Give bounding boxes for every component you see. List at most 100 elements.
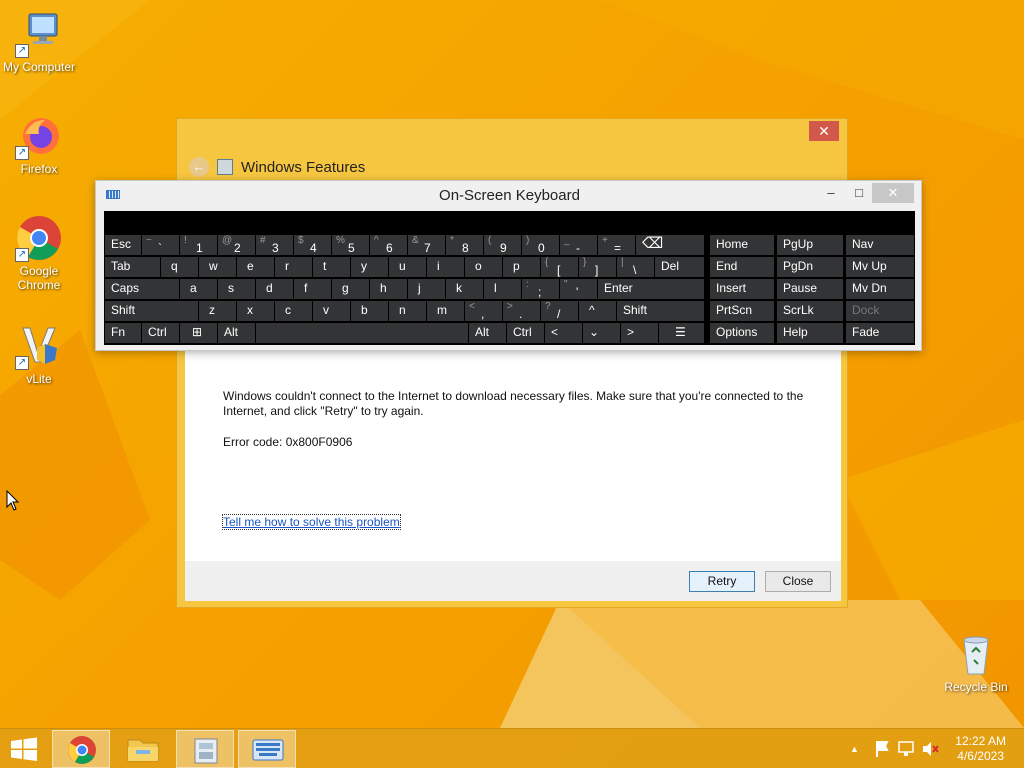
key-tab[interactable]: Tab — [105, 257, 160, 277]
key-left-bracket[interactable]: {[ — [541, 257, 578, 277]
key-space[interactable] — [256, 323, 468, 343]
key-1[interactable]: ! 1 — [180, 235, 217, 255]
key-comma[interactable]: <, — [465, 301, 502, 321]
key-j[interactable]: j — [408, 279, 445, 299]
key-s[interactable]: s — [218, 279, 255, 299]
key-n[interactable]: n — [389, 301, 426, 321]
backspace-icon[interactable]: ⌫ — [636, 235, 704, 255]
desktop-icon-my-computer[interactable]: ↗ My Computer — [0, 10, 78, 74]
key-a[interactable]: a — [180, 279, 217, 299]
key-9[interactable]: (9 — [484, 235, 521, 255]
key-backslash[interactable]: | \ — [617, 257, 654, 277]
key-move-up[interactable]: Mv Up — [846, 257, 914, 277]
taskbar-chrome-icon[interactable] — [52, 730, 110, 768]
key-pgdn[interactable]: PgDn — [777, 257, 843, 277]
key-4[interactable]: $4 — [294, 235, 331, 255]
key-pgup[interactable]: PgUp — [777, 235, 843, 255]
key-u[interactable]: u — [389, 257, 426, 277]
key-semicolon[interactable]: :; — [522, 279, 559, 299]
desktop-icon-firefox[interactable]: ↗ Firefox — [0, 112, 78, 176]
key-m[interactable]: m — [427, 301, 464, 321]
key-end[interactable]: End — [710, 257, 774, 277]
key-insert[interactable]: Insert — [710, 279, 774, 299]
taskbar-windows-features-icon[interactable] — [176, 730, 234, 768]
key-l[interactable]: l — [484, 279, 521, 299]
minimize-icon[interactable]: – — [820, 183, 842, 203]
key-alt-right[interactable]: Alt — [469, 323, 506, 343]
taskbar-clock[interactable]: 12:22 AM 4/6/2023 — [955, 734, 1006, 764]
key-period[interactable]: >. — [503, 301, 540, 321]
key-dock[interactable]: Dock — [846, 301, 914, 321]
network-icon[interactable] — [896, 729, 918, 768]
key-home[interactable]: Home — [710, 235, 774, 255]
key-z[interactable]: z — [199, 301, 236, 321]
key-0[interactable]: ) 0 — [522, 235, 559, 255]
key-8[interactable]: * 8 — [446, 235, 483, 255]
key-equals[interactable]: + = — [598, 235, 635, 255]
key-b[interactable]: b — [351, 301, 388, 321]
help-link[interactable]: Tell me how to solve this problem — [222, 514, 401, 530]
close-icon[interactable]: ✕ — [809, 121, 839, 141]
close-icon[interactable]: ✕ — [872, 183, 914, 203]
key-q[interactable]: q — [161, 257, 198, 277]
key-i[interactable]: i — [427, 257, 464, 277]
key-c[interactable]: c — [275, 301, 312, 321]
key-k[interactable]: k — [446, 279, 483, 299]
key-del[interactable]: Del — [655, 257, 704, 277]
desktop-icon-vlite[interactable]: ↗ vLite — [0, 322, 78, 386]
key-3[interactable]: #3 — [256, 235, 293, 255]
back-arrow-icon[interactable]: ← — [189, 157, 209, 177]
maximize-icon[interactable]: □ — [848, 183, 870, 203]
key-tilde[interactable]: ~ ` — [142, 235, 179, 255]
desktop-icon-chrome[interactable]: ↗ Google Chrome — [0, 214, 78, 292]
key-nav[interactable]: Nav — [846, 235, 914, 255]
key-prtscn[interactable]: PrtScn — [710, 301, 774, 321]
key-6[interactable]: ^ 6 — [370, 235, 407, 255]
key-y[interactable]: y — [351, 257, 388, 277]
key-help[interactable]: Help — [777, 323, 843, 343]
key-move-down[interactable]: Mv Dn — [846, 279, 914, 299]
key-ctrl-right[interactable]: Ctrl — [507, 323, 544, 343]
action-center-flag-icon[interactable] — [872, 729, 894, 768]
key-d[interactable]: d — [256, 279, 293, 299]
key-options[interactable]: Options — [710, 323, 774, 343]
retry-button[interactable]: Retry — [689, 571, 755, 592]
key-ctrl-left[interactable]: Ctrl — [142, 323, 179, 343]
up-arrow-icon[interactable]: ^ — [579, 301, 616, 321]
key-h[interactable]: h — [370, 279, 407, 299]
key-g[interactable]: g — [332, 279, 369, 299]
windows-start-icon[interactable] — [0, 730, 48, 768]
key-quote[interactable]: " ' — [560, 279, 597, 299]
key-fn[interactable]: Fn — [105, 323, 141, 343]
osk-titlebar[interactable]: On-Screen Keyboard – □ ✕ — [96, 181, 921, 209]
desktop-icon-recycle-bin[interactable]: Recycle Bin — [936, 630, 1016, 694]
key-shift-left[interactable]: Shift — [105, 301, 198, 321]
close-button[interactable]: Close — [765, 571, 831, 592]
key-scrlk[interactable]: ScrLk — [777, 301, 843, 321]
key-v[interactable]: v — [313, 301, 350, 321]
key-w[interactable]: w — [199, 257, 236, 277]
key-esc[interactable]: Esc — [105, 235, 141, 255]
key-e[interactable]: e — [237, 257, 274, 277]
key-r[interactable]: r — [275, 257, 312, 277]
key-x[interactable]: x — [237, 301, 274, 321]
menu-key-icon[interactable]: ☰ — [659, 323, 704, 343]
key-f[interactable]: f — [294, 279, 331, 299]
key-2[interactable]: @2 — [218, 235, 255, 255]
key-minus[interactable]: _ - — [560, 235, 597, 255]
key-p[interactable]: p — [503, 257, 540, 277]
key-alt-left[interactable]: Alt — [218, 323, 255, 343]
key-7[interactable]: & 7 — [408, 235, 445, 255]
key-5[interactable]: % 5 — [332, 235, 369, 255]
taskbar-file-explorer-icon[interactable] — [114, 730, 172, 768]
right-arrow-icon[interactable]: > — [621, 323, 658, 343]
key-o[interactable]: o — [465, 257, 502, 277]
key-t[interactable]: t — [313, 257, 350, 277]
key-pause[interactable]: Pause — [777, 279, 843, 299]
key-shift-right[interactable]: Shift — [617, 301, 704, 321]
taskbar-on-screen-keyboard-icon[interactable] — [238, 730, 296, 768]
key-right-bracket[interactable]: }] — [579, 257, 616, 277]
volume-muted-icon[interactable] — [920, 729, 942, 768]
key-fade[interactable]: Fade — [846, 323, 914, 343]
key-enter[interactable]: Enter — [598, 279, 704, 299]
